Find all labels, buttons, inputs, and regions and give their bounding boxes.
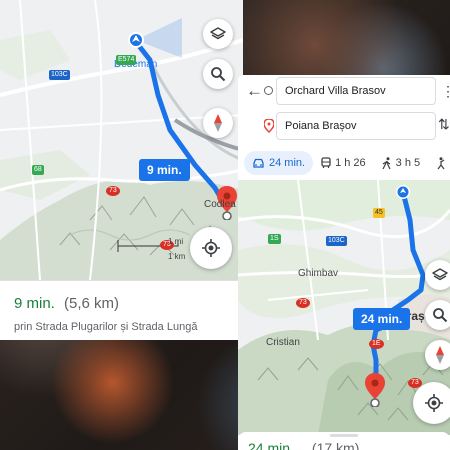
compass-button[interactable] bbox=[203, 108, 233, 138]
search-icon bbox=[211, 67, 226, 82]
road-shield: 103C bbox=[49, 70, 70, 80]
town-label-ghimbav: Ghimbav bbox=[298, 268, 339, 279]
compass-button[interactable] bbox=[425, 340, 450, 370]
road-shield: E574 bbox=[116, 55, 137, 65]
search-button[interactable] bbox=[425, 300, 450, 330]
road-shield: 73 bbox=[296, 298, 310, 308]
layers-button[interactable] bbox=[203, 19, 233, 49]
route-summary-sheet[interactable]: 24 min. (17 km) bbox=[238, 432, 450, 450]
road-shield: 1S bbox=[268, 234, 281, 244]
map-view-right[interactable]: Ghimbav Cristian Brașov 45 103C 73 73 1E… bbox=[238, 179, 450, 435]
route-duration: 24 min. bbox=[248, 440, 294, 450]
mode-driving[interactable]: 24 min. bbox=[244, 151, 314, 175]
rideshare-icon bbox=[437, 156, 445, 169]
mode-more[interactable] bbox=[428, 151, 450, 175]
road-shield: 73 bbox=[106, 186, 120, 196]
route-summary: 24 min. (17 km) bbox=[248, 440, 359, 450]
navigation-arrow-icon bbox=[128, 18, 182, 58]
origin-dot-icon bbox=[264, 86, 273, 95]
route-distance: (5,6 km) bbox=[64, 295, 120, 312]
route-via: prin Strada Plugarilor și Strada Lungă bbox=[14, 321, 198, 333]
scale-km-label: 1 km bbox=[168, 252, 186, 261]
route-time-chip[interactable]: 9 min. bbox=[139, 159, 190, 181]
destination-pin-small-icon bbox=[264, 119, 274, 133]
town-label-codlea: Codlea bbox=[204, 199, 236, 210]
mode-transit-label: 1 h 26 bbox=[335, 157, 366, 169]
scale-mi-label: 1 mi bbox=[168, 237, 184, 246]
car-icon bbox=[253, 158, 264, 168]
route-time-chip[interactable]: 24 min. bbox=[353, 308, 411, 330]
my-location-button[interactable] bbox=[413, 382, 450, 424]
layers-icon bbox=[432, 268, 448, 281]
walking-icon bbox=[382, 156, 391, 169]
destination-field[interactable]: Poiana Brașov bbox=[276, 112, 436, 140]
my-location-icon bbox=[425, 394, 443, 412]
bus-icon bbox=[321, 157, 331, 168]
mode-walking[interactable]: 3 h 5 bbox=[374, 151, 428, 175]
origin-field[interactable]: Orchard Villa Brasov bbox=[276, 77, 436, 105]
mode-walking-label: 3 h 5 bbox=[395, 157, 421, 169]
mode-transit[interactable]: 1 h 26 bbox=[313, 151, 374, 175]
route-info-card[interactable]: 9 min. (5,6 km) prin Strada Plugarilor ș… bbox=[0, 280, 243, 340]
road-shield: 1E bbox=[369, 339, 384, 349]
town-label-cristian: Cristian bbox=[266, 337, 300, 348]
layers-button[interactable] bbox=[425, 260, 450, 290]
search-icon bbox=[433, 308, 448, 323]
road-shield: 45 bbox=[373, 208, 385, 218]
back-arrow-icon[interactable]: ← bbox=[246, 81, 263, 101]
map-view-left[interactable]: Dedeman Codlea E574 103C 73 73 68 1 mi 1… bbox=[0, 0, 243, 281]
my-location-icon bbox=[202, 239, 220, 257]
compass-icon bbox=[436, 346, 444, 364]
road-shield: 68 bbox=[32, 165, 44, 175]
sheet-drag-handle[interactable] bbox=[330, 434, 358, 437]
search-button[interactable] bbox=[203, 59, 233, 89]
mode-driving-label: 24 min. bbox=[269, 157, 306, 169]
route-distance: (17 km) bbox=[311, 440, 360, 450]
layers-icon bbox=[210, 27, 226, 40]
road-shield: 103C bbox=[326, 236, 347, 246]
swap-icon[interactable]: ⇅ bbox=[438, 116, 450, 133]
route-duration: 9 min. bbox=[14, 295, 55, 312]
travel-modes: 24 min. 1 h 26 3 h 5 bbox=[238, 147, 450, 179]
my-location-button[interactable] bbox=[190, 227, 232, 269]
compass-icon bbox=[214, 114, 222, 132]
origin-navigation-icon bbox=[396, 185, 410, 199]
more-vert-icon[interactable]: ⋮ bbox=[441, 83, 450, 100]
directions-panel: ← Orchard Villa Brasov ⋮ Poiana Brașov ⇅… bbox=[238, 75, 450, 180]
left-screen: Dedeman Codlea E574 103C 73 73 68 1 mi 1… bbox=[0, 0, 243, 340]
right-screen: ← Orchard Villa Brasov ⋮ Poiana Brașov ⇅… bbox=[238, 75, 450, 450]
destination-pin-icon bbox=[365, 373, 385, 407]
